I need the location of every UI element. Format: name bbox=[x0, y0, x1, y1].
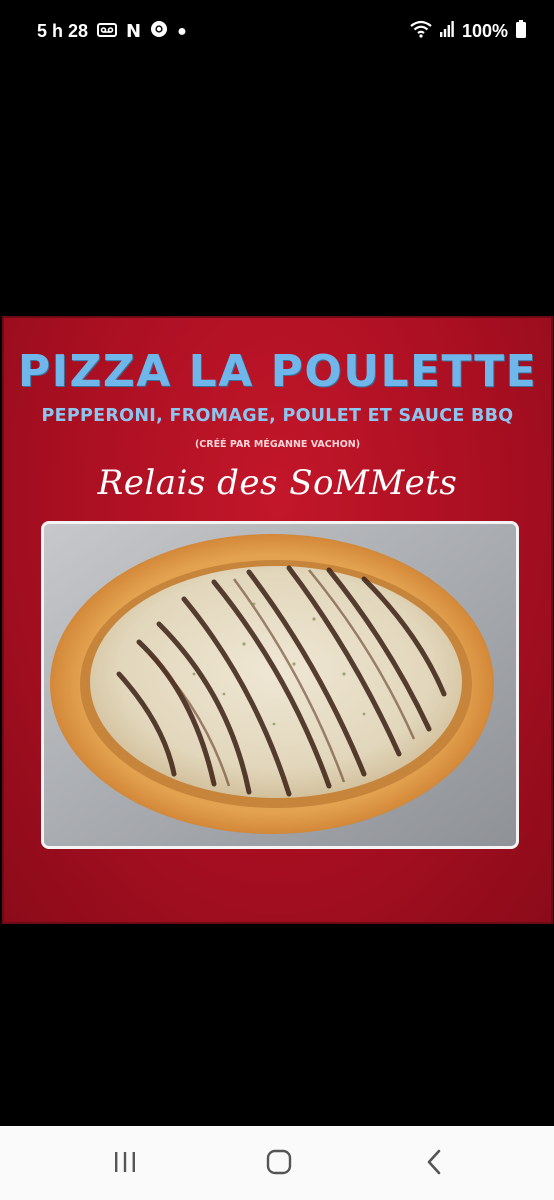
status-left: 5 h 28 N ● bbox=[37, 20, 187, 43]
back-icon bbox=[425, 1149, 445, 1180]
home-icon bbox=[266, 1149, 292, 1180]
status-right: 100% bbox=[410, 20, 526, 43]
recents-icon bbox=[112, 1150, 138, 1179]
netflix-icon: N bbox=[126, 21, 142, 42]
battery-icon bbox=[516, 20, 526, 43]
pizza-promo-image[interactable]: PIZZA LA POULETTE PEPPERONI, FROMAGE, PO… bbox=[2, 316, 553, 924]
more-dot-icon: ● bbox=[177, 22, 187, 40]
battery-percent: 100% bbox=[461, 21, 508, 41]
post-title: PIZZA LA POULETTE bbox=[17, 346, 538, 397]
back-button[interactable] bbox=[415, 1149, 455, 1180]
navigation-bar bbox=[0, 1126, 554, 1200]
recents-button[interactable] bbox=[105, 1150, 145, 1178]
wifi-icon bbox=[410, 20, 432, 43]
voicemail-icon bbox=[97, 21, 118, 42]
post-subtitle: PEPPERONI, FROMAGE, POULET ET SAUCE BBQ bbox=[41, 406, 514, 426]
brand-logo: Relais des SoMMets bbox=[97, 463, 458, 503]
image-viewer[interactable]: PIZZA LA POULETTE PEPPERONI, FROMAGE, PO… bbox=[0, 64, 554, 1126]
home-button[interactable] bbox=[259, 1149, 299, 1180]
signal-icon bbox=[439, 21, 454, 42]
status-time: 5 h 28 bbox=[37, 21, 89, 41]
pizza-photo bbox=[41, 521, 519, 849]
post-credit: (CRÉÉ PAR MÉGANNE VACHON) bbox=[194, 439, 361, 450]
status-bar: 5 h 28 N ● 100% bbox=[0, 0, 554, 64]
chrome-icon bbox=[150, 20, 168, 43]
